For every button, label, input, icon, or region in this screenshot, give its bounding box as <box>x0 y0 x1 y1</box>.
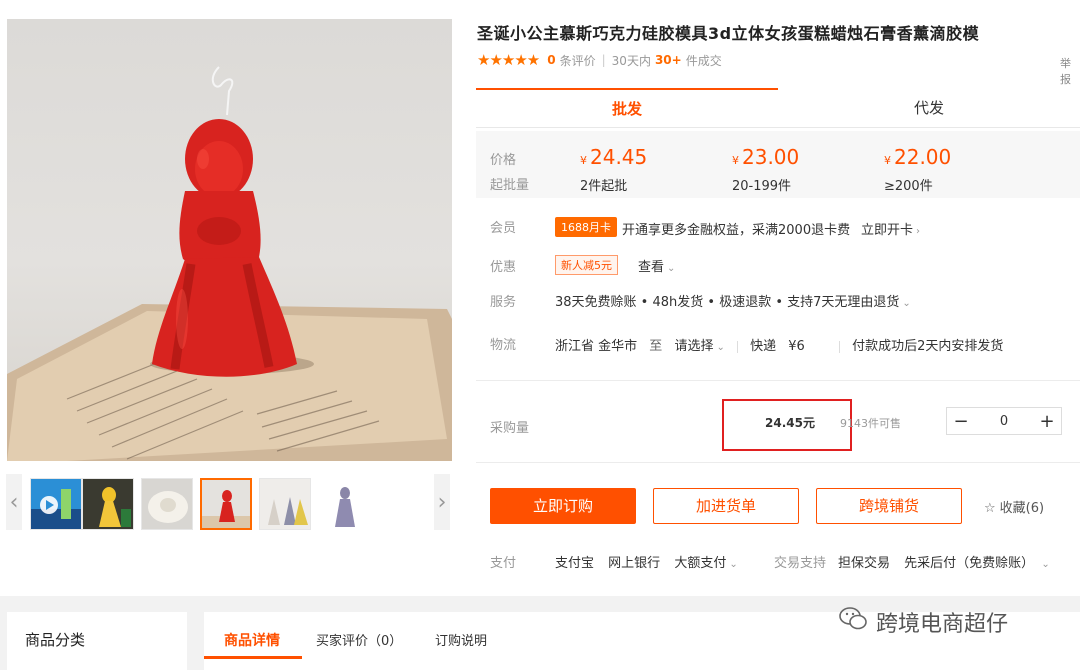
main-product-image[interactable] <box>7 19 452 461</box>
trade-support-items[interactable]: 担保交易 先采后付（免费赊账） ⌄ <box>838 552 1050 571</box>
minus-button[interactable]: − <box>947 411 975 432</box>
monthly-card-badge: 1688月卡 <box>555 217 617 237</box>
review-count[interactable]: 0 <box>547 53 555 67</box>
tab-product-detail[interactable]: 商品详情 <box>224 630 280 650</box>
tier-price: ¥22.00 <box>884 145 952 169</box>
tab-buyer-reviews[interactable]: 买家评价（0） <box>316 630 402 649</box>
chevron-down-icon: ⌄ <box>667 263 676 274</box>
service-label: 服务 <box>490 295 517 310</box>
chevron-down-icon: ⌄ <box>729 559 738 570</box>
service-dropdown[interactable]: 38天免费赊账 • 48h发货 • 极速退款 • 支持7天无理由退货 ⌄ <box>555 291 911 310</box>
add-to-cart-button[interactable]: 加进货单 <box>653 488 799 524</box>
thumbnail-strip: ‹ › <box>0 474 460 534</box>
sales-count: 30+ <box>654 53 682 67</box>
product-title: 圣诞小公主慕斯巧克力硅胶模具3d立体女孩蛋糕蜡烛石膏香薰滴胶模 <box>477 24 980 43</box>
chevron-down-icon: ⌄ <box>716 342 725 353</box>
pay-method: 支付宝 <box>555 556 595 571</box>
thumbnail-yellow-figure[interactable] <box>82 478 134 530</box>
logistics-row: 浙江省 金华市 至 请选择 ⌄ 快递 ¥6 付款成功后2天内安排发货 <box>555 335 1003 354</box>
tab-dropship[interactable]: 代发 <box>778 88 1080 127</box>
express-label: 快递 <box>750 339 777 354</box>
tier-qty: ≥200件 <box>884 179 933 194</box>
payment-methods: 支付宝 网上银行 大额支付 ⌄ <box>555 552 738 571</box>
chevron-down-icon: ⌄ <box>1041 559 1050 570</box>
watermark: 跨境电商超仔 <box>838 606 1008 638</box>
open-card-link[interactable]: 立即开卡 › <box>861 219 920 238</box>
purchase-mode-tabs: 批发 代发 <box>476 88 1080 128</box>
play-icon <box>31 479 81 529</box>
destination-select[interactable]: 请选择 ⌄ <box>674 339 724 354</box>
sales-suffix: 件成交 <box>685 53 722 68</box>
thumbnail-gray-figures[interactable] <box>259 478 311 530</box>
review-label[interactable]: 条评价 <box>560 52 596 69</box>
star-outline-icon: ☆ <box>984 501 996 516</box>
favorite-button[interactable]: ☆ 收藏(6) <box>984 497 1044 516</box>
price-block: 价格 起批量 ¥24.45 2件起批 ¥23.00 20-199件 ¥22.00… <box>476 131 1080 198</box>
thumbnail-video[interactable] <box>30 478 82 530</box>
report-link[interactable]: 举报 <box>1060 55 1080 87</box>
divider <box>476 380 1080 381</box>
thumbnail-purple-figure[interactable] <box>318 478 370 530</box>
moq-label: 起批量 <box>490 178 530 193</box>
price-label: 价格 <box>490 153 517 168</box>
view-promo-link[interactable]: 查看 ⌄ <box>638 256 675 275</box>
unit-price: 24.45元 <box>765 416 815 430</box>
shipping-fee: ¥6 <box>788 339 805 354</box>
thumbnail-white-mold[interactable] <box>141 478 193 530</box>
sales-prefix: 30天内 <box>611 53 651 68</box>
tab-order-notes[interactable]: 订购说明 <box>435 630 487 649</box>
cross-border-button[interactable]: 跨境铺货 <box>816 488 962 524</box>
trade-support-label: 交易支持 <box>774 556 827 571</box>
member-benefit-text: 开通享更多金融权益，采满2000退卡费 <box>622 223 851 238</box>
watermark-text: 跨境电商超仔 <box>876 612 1009 637</box>
chevron-right-icon[interactable]: › <box>434 474 450 530</box>
member-label: 会员 <box>490 221 517 236</box>
tier-qty: 2件起批 <box>580 179 628 194</box>
category-panel: 商品分类 <box>7 612 187 670</box>
payment-label: 支付 <box>490 556 517 571</box>
rating-row: ★★★★★ 0 条评价 | 30天内 30+ 件成交 <box>477 51 722 69</box>
product-photo <box>7 66 452 461</box>
star-icon: ★★★★★ <box>477 51 540 69</box>
active-tab-indicator <box>204 656 302 659</box>
tier-price: ¥24.45 <box>580 145 648 169</box>
quantity-stepper: − 0 + <box>946 407 1062 435</box>
chevron-down-icon: ⌄ <box>902 298 911 309</box>
order-now-button[interactable]: 立即订购 <box>490 488 636 524</box>
stock-available: 9143件可售 <box>840 417 901 430</box>
logistics-label: 物流 <box>490 338 517 353</box>
tab-wholesale[interactable]: 批发 <box>476 88 778 127</box>
category-title: 商品分类 <box>25 631 86 649</box>
ship-to-label: 至 <box>649 339 663 354</box>
thumbnail-red-figure[interactable] <box>200 478 252 530</box>
plus-button[interactable]: + <box>1033 411 1061 432</box>
ship-origin: 浙江省 金华市 <box>555 339 638 354</box>
pay-method-dropdown[interactable]: 大额支付 ⌄ <box>674 556 737 571</box>
tier-qty: 20-199件 <box>732 179 792 194</box>
promo-label: 优惠 <box>490 260 517 275</box>
wechat-icon <box>838 606 868 638</box>
new-user-badge: 新人减5元 <box>555 255 618 275</box>
purchase-qty-label: 采购量 <box>490 421 530 436</box>
ship-time-note: 付款成功后2天内安排发货 <box>852 339 1004 354</box>
quantity-input[interactable]: 0 <box>975 414 1033 429</box>
pay-method: 网上银行 <box>608 556 661 571</box>
tier-price: ¥23.00 <box>732 145 800 169</box>
divider <box>476 462 1080 463</box>
chevron-left-icon[interactable]: ‹ <box>6 474 22 530</box>
chevron-right-icon: › <box>916 226 921 237</box>
